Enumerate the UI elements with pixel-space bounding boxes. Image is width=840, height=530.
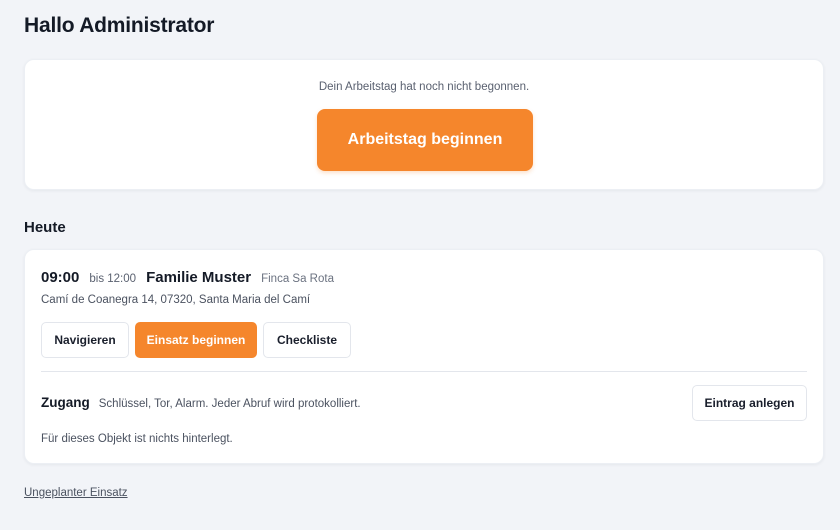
today-section-title: Heute xyxy=(24,219,66,236)
checklist-button[interactable]: Checkliste xyxy=(263,322,351,358)
access-header: Zugang Schlüssel, Tor, Alarm. Jeder Abru… xyxy=(41,395,361,410)
workday-card: Dein Arbeitstag hat noch nicht begonnen.… xyxy=(24,59,824,190)
appointment-client-name: Familie Muster xyxy=(146,269,252,286)
access-title: Zugang xyxy=(41,395,90,410)
start-workday-button[interactable]: Arbeitstag beginnen xyxy=(317,109,533,171)
appointment-address: Camí de Coanegra 14, 07320, Santa Maria … xyxy=(41,294,311,306)
appointment-start-time: 09:00 xyxy=(41,269,80,286)
start-assignment-button[interactable]: Einsatz beginnen xyxy=(135,322,257,358)
divider xyxy=(41,371,807,372)
add-entry-button[interactable]: Eintrag anlegen xyxy=(692,385,807,421)
workday-status-text: Dein Arbeitstag hat noch nicht begonnen. xyxy=(318,81,530,93)
navigate-button[interactable]: Navigieren xyxy=(41,322,129,358)
appointment-property-name: Finca Sa Rota xyxy=(261,273,334,285)
access-empty-state: Für dieses Objekt ist nichts hinterlegt. xyxy=(41,433,233,445)
appointment-card: 09:00 bis 12:00 Familie Muster Finca Sa … xyxy=(24,249,824,464)
unplanned-assignment-link[interactable]: Ungeplanter Einsatz xyxy=(24,487,128,499)
appointment-header: 09:00 bis 12:00 Familie Muster Finca Sa … xyxy=(41,269,334,286)
page-title: Hallo Administrator xyxy=(24,14,215,37)
access-description: Schlüssel, Tor, Alarm. Jeder Abruf wird … xyxy=(98,398,361,410)
dashboard-page: Hallo Administrator Dein Arbeitstag hat … xyxy=(0,0,840,530)
appointment-end-time: bis 12:00 xyxy=(89,273,137,285)
